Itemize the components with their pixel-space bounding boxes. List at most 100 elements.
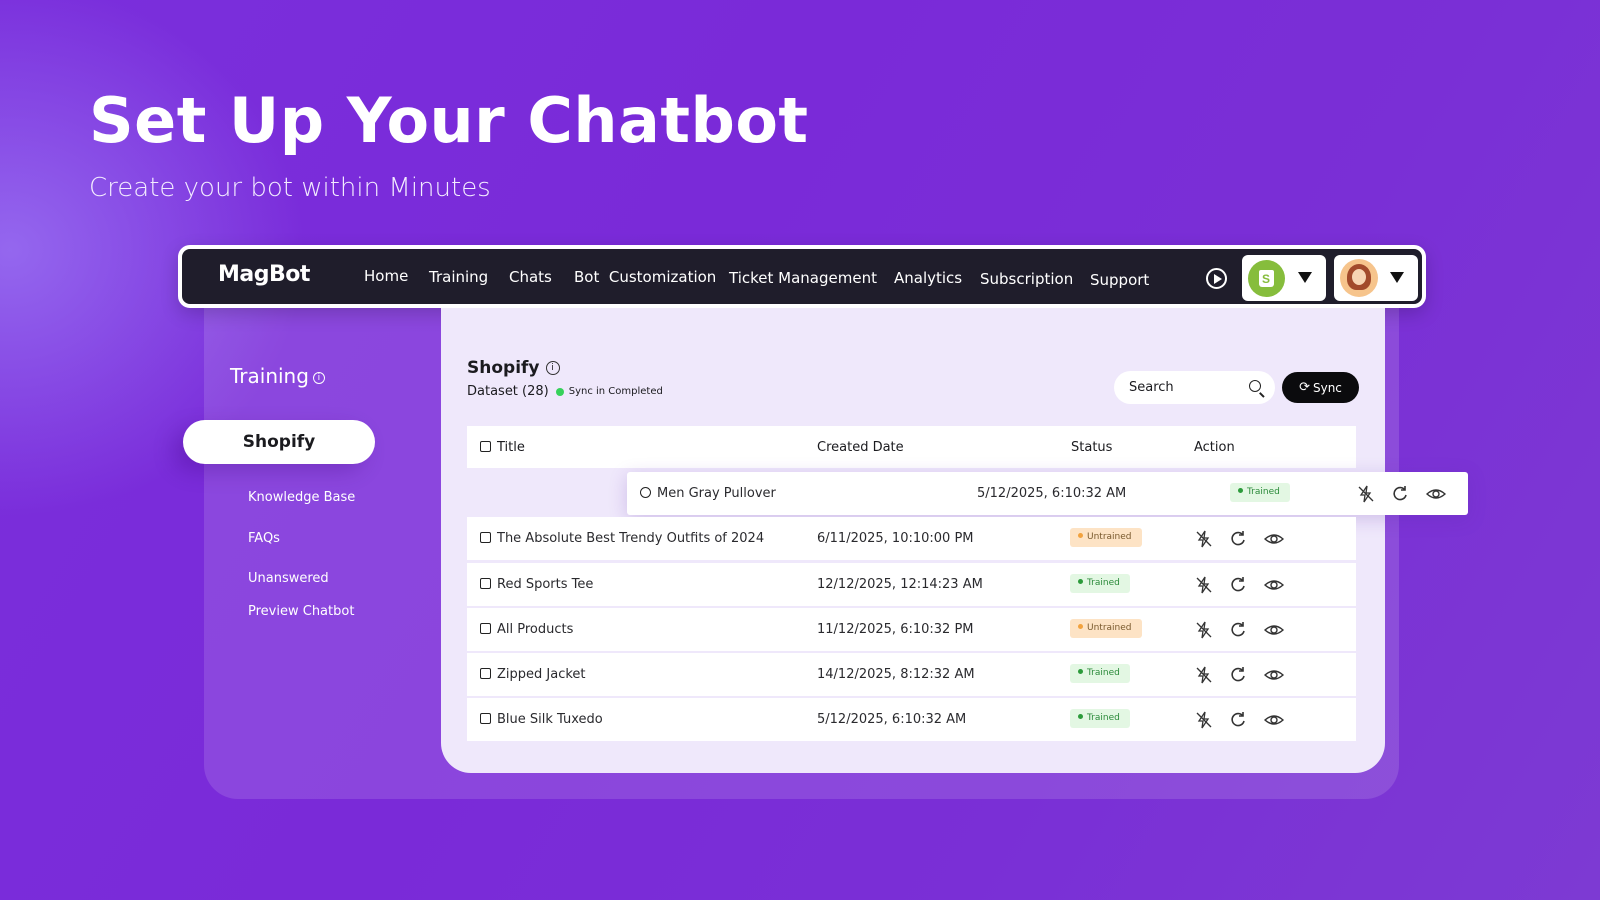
status-badge: Trained bbox=[1070, 574, 1130, 593]
refresh-icon[interactable] bbox=[1228, 575, 1248, 595]
column-title-label: Title bbox=[497, 440, 525, 455]
refresh-icon[interactable] bbox=[1228, 665, 1248, 685]
row-date: 11/12/2025, 6:10:32 PM bbox=[817, 622, 974, 637]
train-icon[interactable] bbox=[1356, 484, 1376, 504]
nav-bot-customization[interactable]: Bot Customization bbox=[574, 268, 716, 286]
row-date: 5/12/2025, 6:10:32 AM bbox=[817, 712, 967, 727]
nav-support[interactable]: Support bbox=[1090, 271, 1149, 289]
row-title: Men Gray Pullover bbox=[640, 486, 776, 501]
user-menu[interactable] bbox=[1334, 255, 1418, 301]
page-title: Shopify i bbox=[467, 358, 560, 378]
refresh-icon[interactable] bbox=[1390, 484, 1410, 504]
hero-subtitle: Create your bot within Minutes bbox=[89, 173, 491, 203]
eye-icon[interactable] bbox=[1425, 484, 1447, 504]
app-logo[interactable]: MagBot bbox=[218, 262, 310, 287]
refresh-icon[interactable] bbox=[1228, 529, 1248, 549]
row-checkbox[interactable] bbox=[480, 713, 491, 724]
sidebar-item-preview-chatbot[interactable]: Preview Chatbot bbox=[248, 604, 354, 619]
nav-analytics[interactable]: Analytics bbox=[894, 269, 962, 287]
sidebar-item-knowledge-base[interactable]: Knowledge Base bbox=[248, 490, 355, 505]
nav-training[interactable]: Training bbox=[429, 268, 488, 286]
status-badge: Untrained bbox=[1070, 619, 1142, 638]
dataset-count: Dataset (28) bbox=[467, 384, 549, 399]
nav-home[interactable]: Home bbox=[364, 267, 408, 285]
row-title-text: Men Gray Pullover bbox=[657, 486, 776, 501]
avatar bbox=[1340, 259, 1378, 297]
row-checkbox[interactable] bbox=[480, 668, 491, 679]
page-title-text: Shopify bbox=[467, 358, 540, 378]
status-badge: Trained bbox=[1070, 664, 1130, 683]
row-title: Blue Silk Tuxedo bbox=[480, 712, 603, 727]
row-date: 14/12/2025, 8:12:32 AM bbox=[817, 667, 975, 682]
train-icon[interactable] bbox=[1194, 710, 1214, 730]
eye-icon[interactable] bbox=[1263, 665, 1285, 685]
column-status: Status bbox=[1071, 440, 1113, 455]
eye-icon[interactable] bbox=[1263, 529, 1285, 549]
row-title: Zipped Jacket bbox=[480, 667, 586, 682]
row-date: 5/12/2025, 6:10:32 AM bbox=[977, 486, 1127, 501]
table-row[interactable]: The Absolute Best Trendy Outfits of 2024… bbox=[467, 517, 1356, 560]
search-icon[interactable] bbox=[1249, 380, 1261, 392]
table-header: Title Created Date Status Action bbox=[467, 426, 1356, 468]
eye-icon[interactable] bbox=[1263, 575, 1285, 595]
info-icon: i bbox=[312, 371, 325, 384]
row-date: 6/11/2025, 10:10:00 PM bbox=[817, 531, 974, 546]
shopify-bag-icon bbox=[1248, 260, 1285, 297]
row-checkbox[interactable] bbox=[480, 532, 491, 543]
sidebar-item-unanswered[interactable]: Unanswered bbox=[248, 571, 329, 586]
train-icon[interactable] bbox=[1194, 575, 1214, 595]
row-title: All Products bbox=[480, 622, 573, 637]
sync-status-text: Sync in Completed bbox=[568, 386, 663, 397]
table-row[interactable]: Men Gray Pullover 5/12/2025, 6:10:32 AM … bbox=[627, 472, 1468, 515]
sync-button[interactable]: ⟳ Sync bbox=[1282, 372, 1359, 403]
dataset-info: Dataset (28) Sync in Completed bbox=[467, 384, 663, 399]
nav-subscription[interactable]: Subscription bbox=[980, 270, 1073, 288]
hero-title: Set Up Your Chatbot bbox=[89, 84, 809, 157]
info-icon: i bbox=[545, 361, 560, 375]
row-title: Red Sports Tee bbox=[480, 577, 593, 592]
sync-button-label: Sync bbox=[1312, 380, 1342, 395]
train-icon[interactable] bbox=[1194, 529, 1214, 549]
row-date: 12/12/2025, 12:14:23 AM bbox=[817, 577, 983, 592]
table-row[interactable]: All Products 11/12/2025, 6:10:32 PM Untr… bbox=[467, 608, 1356, 651]
top-navbar: MagBot Home Training Chats Bot Customiza… bbox=[178, 245, 1426, 308]
table-row[interactable]: Red Sports Tee 12/12/2025, 12:14:23 AM T… bbox=[467, 563, 1356, 606]
sidebar-item-faqs[interactable]: FAQs bbox=[248, 531, 280, 546]
row-checkbox[interactable] bbox=[640, 487, 651, 498]
play-circle-icon[interactable] bbox=[1206, 268, 1227, 289]
status-badge: Trained bbox=[1070, 709, 1130, 728]
chevron-down-icon bbox=[1390, 272, 1404, 283]
row-checkbox[interactable] bbox=[480, 578, 491, 589]
store-switcher[interactable] bbox=[1242, 255, 1326, 301]
train-icon[interactable] bbox=[1194, 620, 1214, 640]
row-title-text: Zipped Jacket bbox=[497, 667, 586, 682]
status-dot bbox=[555, 387, 564, 396]
eye-icon[interactable] bbox=[1263, 710, 1285, 730]
refresh-icon[interactable] bbox=[1228, 620, 1248, 640]
chevron-down-icon bbox=[1298, 272, 1312, 283]
table-row[interactable]: Zipped Jacket 14/12/2025, 8:12:32 AM Tra… bbox=[467, 653, 1356, 696]
row-title-text: All Products bbox=[497, 622, 574, 637]
nav-ticket-management[interactable]: Ticket Management bbox=[729, 269, 877, 287]
table-row[interactable]: Blue Silk Tuxedo 5/12/2025, 6:10:32 AM T… bbox=[467, 698, 1356, 741]
status-badge: Trained bbox=[1230, 483, 1290, 502]
row-title-text: The Absolute Best Trendy Outfits of 2024 bbox=[497, 531, 765, 546]
row-checkbox[interactable] bbox=[480, 623, 491, 634]
column-created-date: Created Date bbox=[817, 440, 904, 455]
status-badge: Untrained bbox=[1070, 528, 1142, 547]
column-action: Action bbox=[1194, 440, 1235, 455]
column-title[interactable]: Title bbox=[480, 440, 525, 455]
search-placeholder: Search bbox=[1129, 380, 1174, 395]
refresh-icon: ⟳ bbox=[1299, 380, 1310, 395]
sidebar-item-shopify[interactable]: Shopify bbox=[183, 420, 375, 464]
row-title: The Absolute Best Trendy Outfits of 2024 bbox=[480, 531, 764, 546]
select-all-checkbox[interactable] bbox=[480, 441, 491, 452]
sidebar-title-text: Training bbox=[230, 364, 309, 388]
eye-icon[interactable] bbox=[1263, 620, 1285, 640]
row-title-text: Red Sports Tee bbox=[497, 577, 594, 592]
search-input[interactable]: Search bbox=[1114, 371, 1275, 404]
nav-chats[interactable]: Chats bbox=[509, 268, 552, 286]
row-title-text: Blue Silk Tuxedo bbox=[497, 712, 603, 727]
train-icon[interactable] bbox=[1194, 665, 1214, 685]
refresh-icon[interactable] bbox=[1228, 710, 1248, 730]
